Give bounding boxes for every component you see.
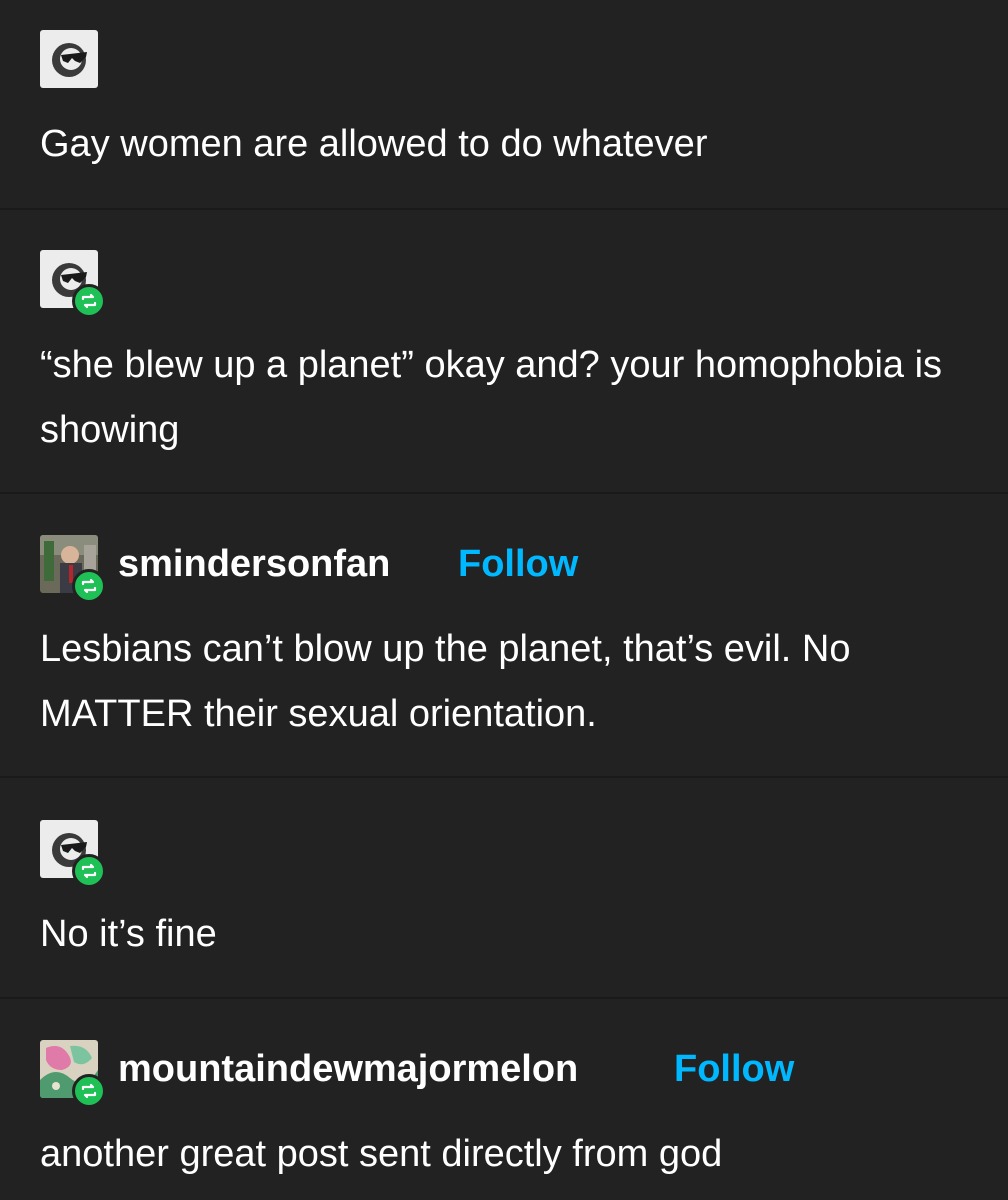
post-2-body: “she blew up a planet” okay and? your ho… xyxy=(40,344,943,451)
post-5-body: another great post sent directly from go… xyxy=(40,1133,723,1175)
post-5-avatar[interactable] xyxy=(40,1040,106,1108)
post-2-avatar[interactable] xyxy=(40,250,106,318)
post-4-body: No it’s fine xyxy=(40,913,217,955)
post-divider xyxy=(0,776,1008,778)
reblog-icon xyxy=(72,569,106,603)
post-3-avatar[interactable] xyxy=(40,535,106,603)
post-1-body: Gay women are allowed to do whatever xyxy=(40,123,708,165)
post-5-username[interactable]: mountaindewmajormelon xyxy=(118,1048,578,1091)
post-5-follow-button[interactable]: Follow xyxy=(674,1048,794,1091)
post-1-avatar[interactable] xyxy=(40,30,98,88)
post-divider xyxy=(0,997,1008,999)
reblog-icon xyxy=(72,284,106,318)
reblog-icon xyxy=(72,1074,106,1108)
post-4-avatar[interactable] xyxy=(40,820,106,888)
post-divider xyxy=(0,492,1008,494)
post-3-body: Lesbians can’t blow up the planet, that’… xyxy=(40,628,851,735)
reblog-thread: Gay women are allowed to do whatever “sh… xyxy=(0,0,1008,1200)
reblog-icon xyxy=(72,854,106,888)
sunglasses-avatar-icon xyxy=(40,30,98,88)
post-3-follow-button[interactable]: Follow xyxy=(458,543,578,586)
post-3-username[interactable]: smindersonfan xyxy=(118,543,390,586)
post-divider xyxy=(0,208,1008,210)
